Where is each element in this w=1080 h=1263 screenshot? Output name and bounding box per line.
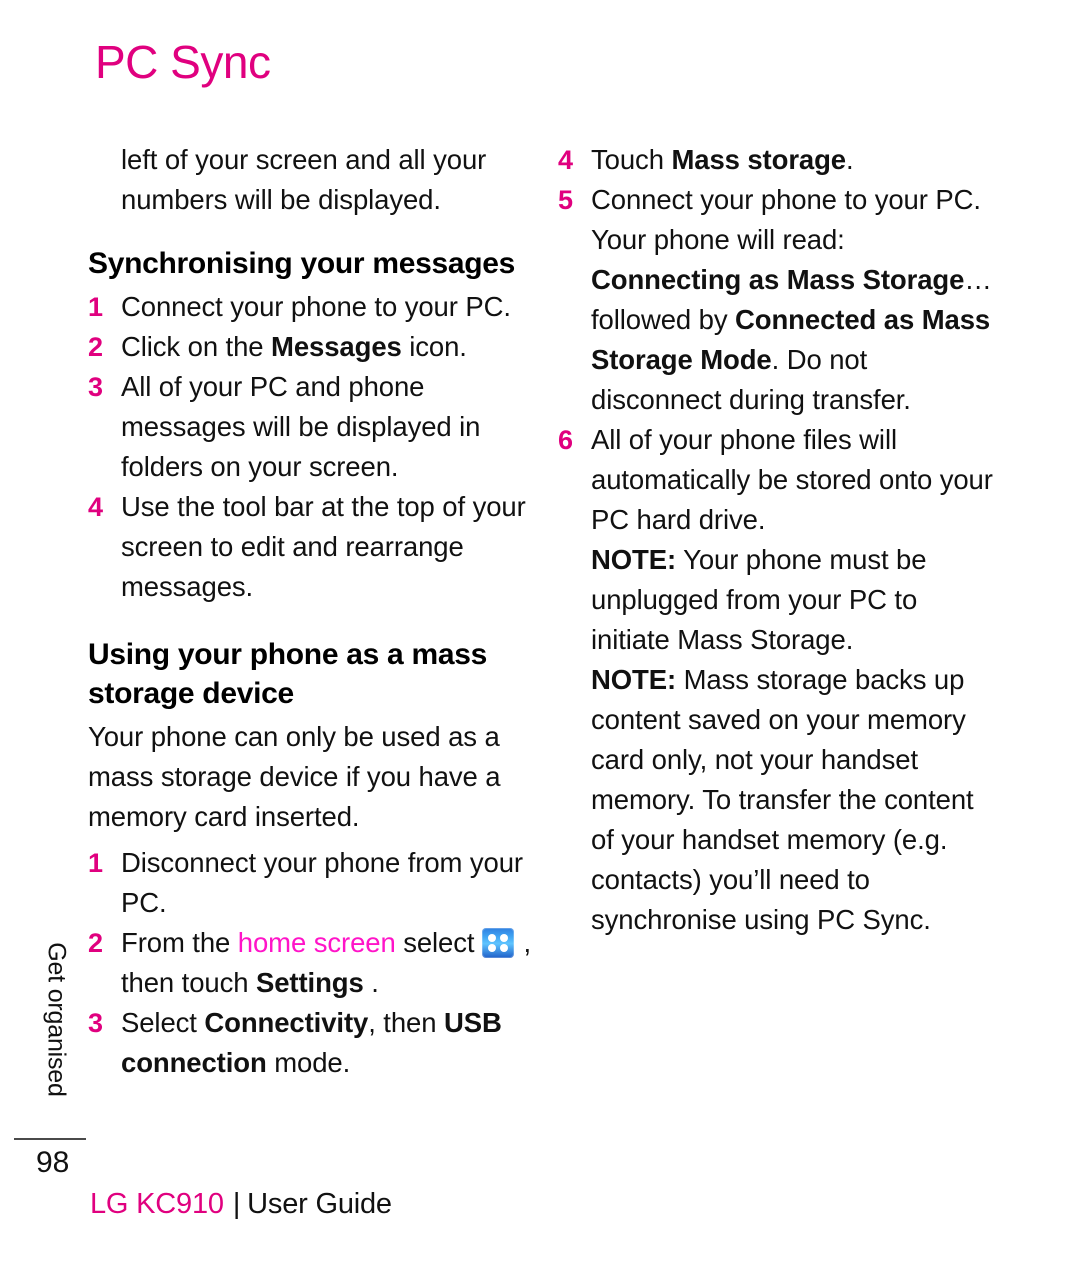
list-item: 3 Select Connectivity, then USB connecti… — [88, 1003, 540, 1083]
step-number: 4 — [88, 492, 103, 522]
step-number: 2 — [88, 928, 103, 958]
grid-apps-icon[interactable] — [481, 928, 514, 958]
list-item: 5 Connect your phone to your PC. Your ph… — [558, 180, 998, 420]
mass-storage-body-paragraph: Your phone can only be used as a mass st… — [88, 721, 501, 832]
step-number: 4 — [558, 145, 573, 175]
step-text: From the home screen select , then touch… — [121, 927, 532, 998]
step-text: Click on the Messages icon. — [121, 331, 467, 362]
side-tab: Get organised — [36, 925, 76, 1125]
footer-brand: LG KC910 — [90, 1188, 224, 1220]
intro-line-1: left of your screen and all your — [121, 144, 487, 175]
note-label: NOTE: — [591, 664, 677, 695]
step-number: 2 — [88, 332, 103, 362]
step-text: Touch Mass storage. — [591, 144, 854, 175]
step-text: All of your phone files will automatical… — [591, 424, 993, 535]
steps-list-right: 4 Touch Mass storage. 5 Connect your pho… — [558, 140, 998, 540]
list-item: 1 Connect your phone to your PC. — [88, 287, 540, 327]
step-text: Use the tool bar at the top of your scre… — [121, 491, 526, 602]
step-text: Disconnect your phone from your PC. — [121, 847, 523, 918]
step-text: Connect your phone to your PC. Your phon… — [591, 184, 992, 415]
intro-paragraph: left of your screen and all your numbers… — [121, 140, 540, 220]
step-number: 1 — [88, 292, 103, 322]
list-item: 2 Click on the Messages icon. — [88, 327, 540, 367]
side-tab-label: Get organised — [42, 942, 71, 1097]
step-number: 6 — [558, 425, 573, 455]
intro-line-2: numbers will be displayed. — [121, 184, 441, 215]
page-number-divider — [14, 1138, 86, 1140]
home-screen-highlight: home screen — [237, 927, 396, 958]
footer: LG KC910 | User Guide — [90, 1188, 392, 1221]
heading-using-your-phone-as-mass-storage: Using your phone as a mass storage devic… — [88, 638, 487, 710]
list-item: 3 All of your PC and phone messages will… — [88, 367, 540, 487]
page-title: PC Sync — [95, 36, 271, 88]
page-number: 98 — [36, 1146, 70, 1179]
left-column: left of your screen and all your numbers… — [88, 140, 540, 1083]
step-number: 3 — [88, 372, 103, 402]
step-text: Select Connectivity, then USB connection… — [121, 1007, 502, 1078]
steps-list-mass-storage: 1 Disconnect your phone from your PC. 2 … — [88, 843, 540, 1083]
step-number: 1 — [88, 848, 103, 878]
step-number: 3 — [88, 1008, 103, 1038]
note-label: NOTE: — [591, 544, 677, 575]
step-text: Connect your phone to your PC. — [121, 291, 511, 322]
list-item: 4 Touch Mass storage. — [558, 140, 998, 180]
heading-synchronising-your-messages: Synchronising your messages — [88, 247, 516, 280]
list-item: 2 From the home screen select , then tou… — [88, 923, 540, 1003]
steps-list-synchronising: 1 Connect your phone to your PC. 2 Click… — [88, 287, 540, 607]
note-block-1: NOTE: Your phone must be unplugged from … — [591, 540, 998, 660]
list-item: 6 All of your phone files will automatic… — [558, 420, 998, 540]
note-text: Mass storage backs up content saved on y… — [591, 664, 974, 935]
note-block-2: NOTE: Mass storage backs up content save… — [591, 660, 998, 940]
step-text: All of your PC and phone messages will b… — [121, 371, 481, 482]
list-item: 4 Use the tool bar at the top of your sc… — [88, 487, 540, 607]
list-item: 1 Disconnect your phone from your PC. — [88, 843, 540, 923]
footer-separator: | — [232, 1188, 241, 1220]
step-number: 5 — [558, 185, 573, 215]
footer-guide-label: User Guide — [247, 1188, 392, 1220]
right-column: 4 Touch Mass storage. 5 Connect your pho… — [558, 140, 998, 940]
